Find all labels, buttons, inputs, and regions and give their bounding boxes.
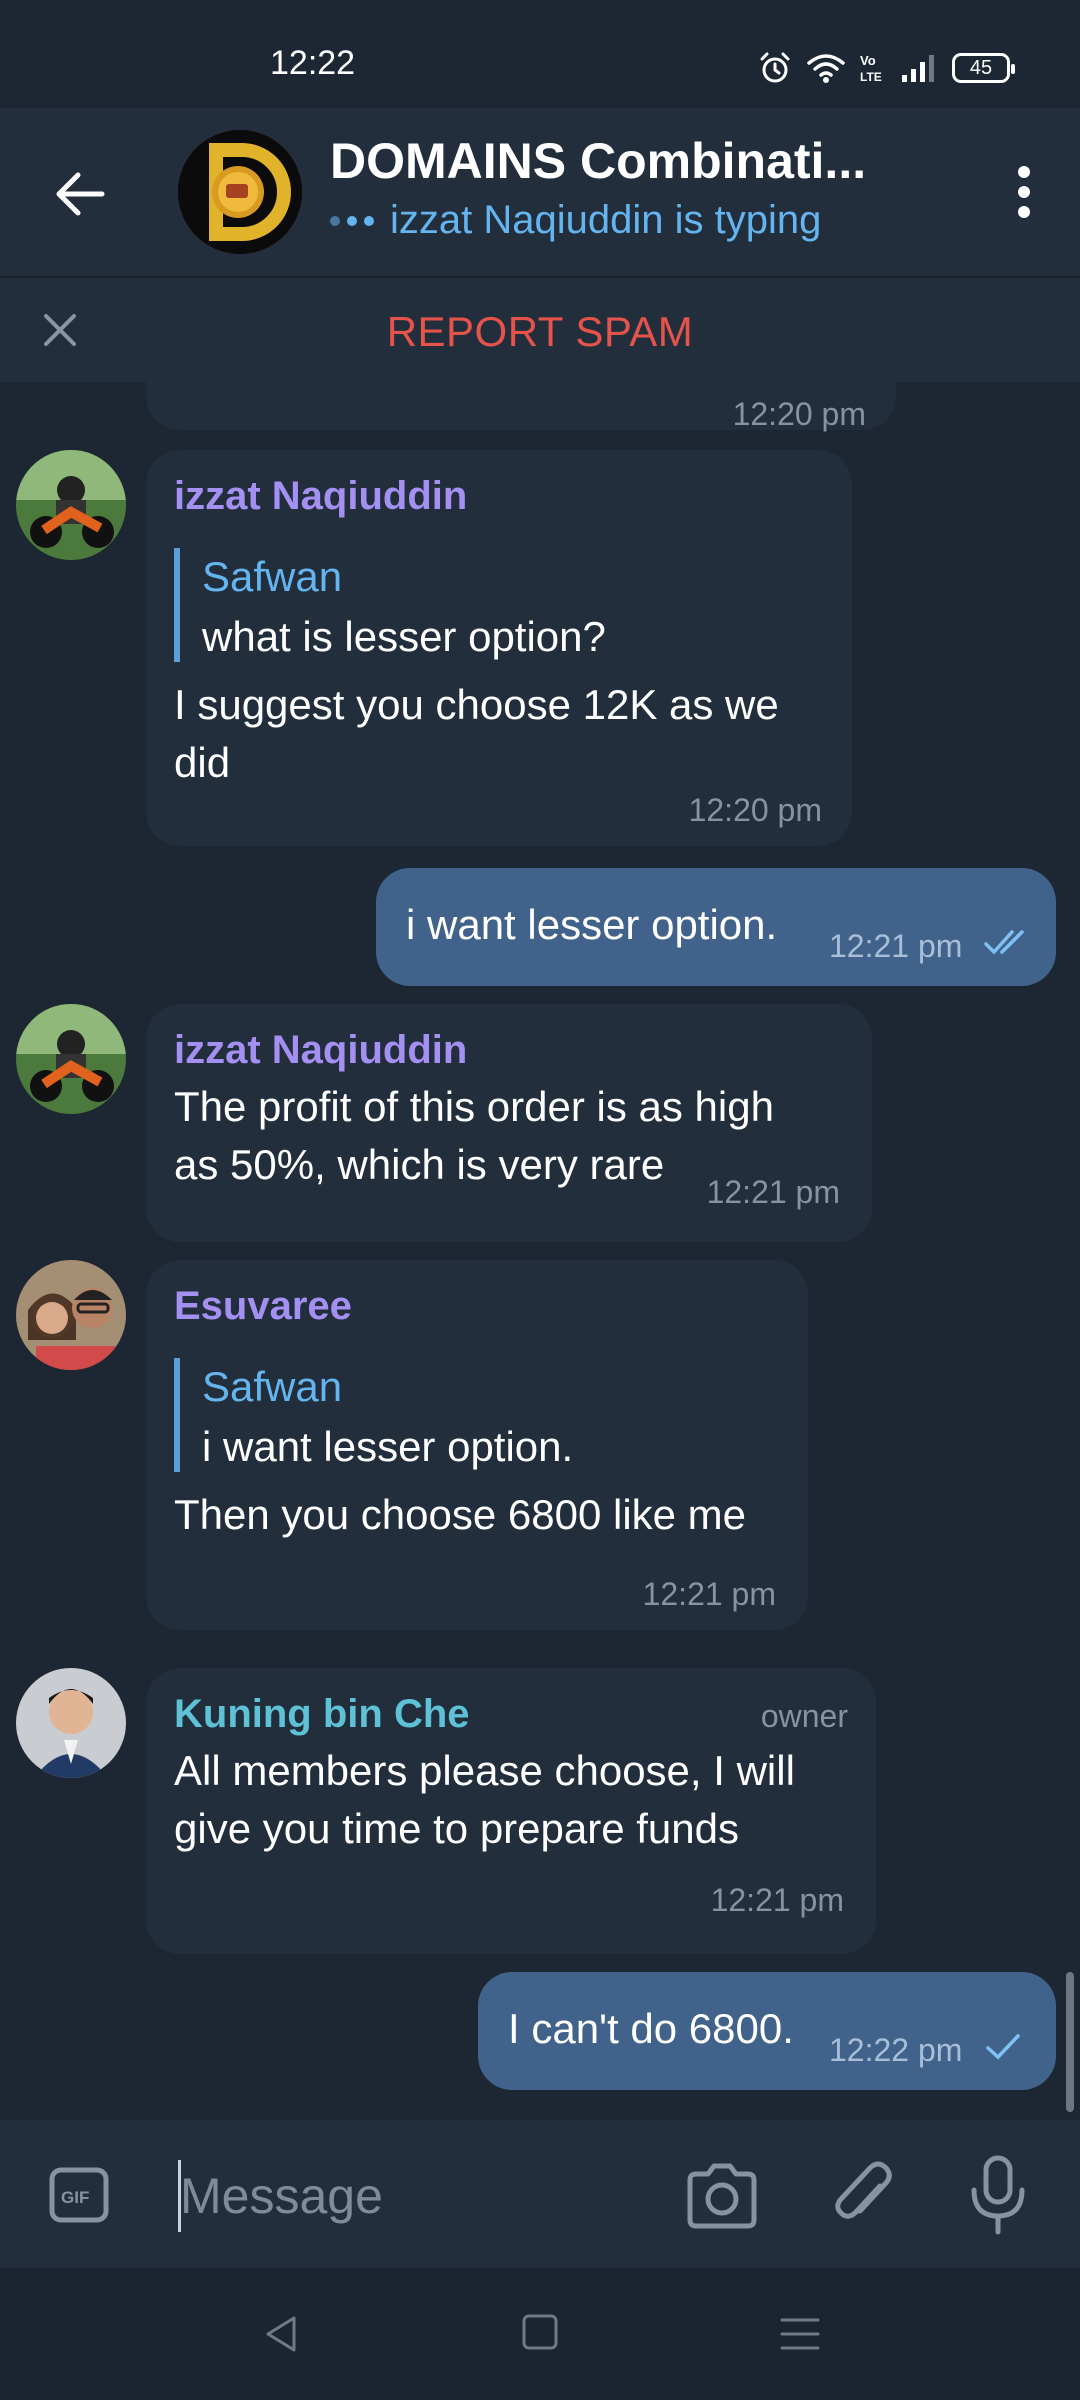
sender-name[interactable]: izzat Naqiuddin xyxy=(174,474,467,519)
signal-icon xyxy=(902,55,934,82)
domains-logo-icon xyxy=(178,130,302,254)
report-spam-bar: REPORT SPAM xyxy=(0,276,1080,382)
message-text: I can't do 6800. xyxy=(508,2005,794,2052)
message-time: 12:20 pm xyxy=(732,396,866,432)
message-text-line: as 50%, which is very rare xyxy=(174,1141,665,1188)
avatar-izzat-icon xyxy=(16,1004,126,1114)
scrollbar[interactable] xyxy=(1066,1972,1074,2112)
message-text-line: give you time to prepare funds xyxy=(174,1805,739,1852)
reply-text: what is lesser option? xyxy=(202,613,606,660)
message-time: 12:21 pm xyxy=(706,1174,840,1210)
message-text: I suggest you choose 12K as we did xyxy=(174,676,779,792)
avatar[interactable] xyxy=(16,1260,126,1370)
sender-name[interactable]: Esuvaree xyxy=(174,1284,352,1329)
message-bubble[interactable]: Esuvaree Safwan i want lesser option. Th… xyxy=(146,1260,808,1630)
avatar[interactable] xyxy=(16,1668,126,1778)
status-bar: 12:22 Vo LTE 45 xyxy=(0,0,1080,108)
message-text-line: did xyxy=(174,739,231,786)
chat-title[interactable]: DOMAINS Combinati... xyxy=(330,132,890,190)
avatar-kuning-icon xyxy=(16,1668,126,1778)
group-avatar[interactable] xyxy=(178,130,302,254)
message-list[interactable]: 12:20 pm izzat Naqiuddin Safwan what is … xyxy=(0,382,1080,2120)
message-time: 12:21 pm xyxy=(642,1576,776,1612)
avatar-izzat-icon xyxy=(16,450,126,560)
svg-text:GIF: GIF xyxy=(61,2188,89,2207)
message-input[interactable] xyxy=(180,2160,660,2232)
reply-sender: Safwan xyxy=(202,1363,343,1410)
sender-name[interactable]: izzat Naqiuddin xyxy=(174,1028,467,1073)
message-time: 12:20 pm xyxy=(688,792,822,828)
outgoing-message-bubble[interactable]: i want lesser option. 12:21 pm xyxy=(376,868,1056,986)
message-bubble[interactable]: 12:20 pm xyxy=(146,382,896,432)
message-text-line: The profit of this order is as high xyxy=(174,1083,774,1130)
volte-icon: Vo LTE xyxy=(860,53,882,84)
chat-header: DOMAINS Combinati... izzat Naqiuddin is … xyxy=(0,108,1080,276)
reply-quote[interactable]: Safwan what is lesser option? xyxy=(174,548,606,662)
message-input-bar: GIF xyxy=(0,2120,1080,2268)
owner-badge: owner xyxy=(760,1698,848,1734)
more-vertical-icon[interactable] xyxy=(1004,162,1044,222)
single-check-icon xyxy=(986,2034,1020,2060)
status-icons: Vo LTE 45 xyxy=(758,48,1015,88)
double-check-icon xyxy=(984,930,1024,955)
nav-home-icon[interactable] xyxy=(520,2312,560,2352)
attach-icon[interactable] xyxy=(830,2156,896,2232)
reply-text: i want lesser option. xyxy=(202,1423,574,1470)
alarm-icon xyxy=(760,52,790,83)
outgoing-message-bubble[interactable]: I can't do 6800. 12:22 pm xyxy=(478,1972,1056,2090)
battery-icon: 45 xyxy=(952,53,1015,83)
report-spam-button[interactable]: REPORT SPAM xyxy=(0,308,1080,356)
message-text: i want lesser option. xyxy=(406,901,778,948)
mic-icon[interactable] xyxy=(968,2154,1028,2236)
message-text-line: All members please choose, I will xyxy=(174,1747,795,1794)
message-time: 12:21 pm xyxy=(710,1882,844,1918)
typing-dots-icon xyxy=(330,215,374,226)
nav-back-icon[interactable] xyxy=(260,2312,304,2356)
system-nav-bar xyxy=(0,2268,1080,2400)
message-text: The profit of this order is as high as 5… xyxy=(174,1078,774,1194)
message-text: Then you choose 6800 like me xyxy=(174,1491,747,1538)
message-bubble[interactable]: izzat Naqiuddin Safwan what is lesser op… xyxy=(146,450,852,846)
sender-name[interactable]: Kuning bin Che xyxy=(174,1692,470,1737)
reply-sender: Safwan xyxy=(202,553,343,600)
message-time: 12:21 pm xyxy=(829,928,963,964)
message-bubble[interactable]: izzat Naqiuddin The profit of this order… xyxy=(146,1004,872,1242)
typing-status: izzat Naqiuddin is typing xyxy=(330,198,821,243)
camera-icon[interactable] xyxy=(684,2160,760,2230)
svg-text:LTE: LTE xyxy=(860,70,882,84)
avatar[interactable] xyxy=(16,1004,126,1114)
wifi-icon xyxy=(807,54,845,83)
back-arrow-icon[interactable] xyxy=(52,166,108,222)
typing-status-text: izzat Naqiuddin is typing xyxy=(390,198,822,242)
message-bubble[interactable]: Kuning bin Che owner All members please … xyxy=(146,1668,876,1954)
gif-icon[interactable]: GIF xyxy=(48,2166,110,2224)
nav-recent-icon[interactable] xyxy=(778,2312,822,2356)
status-time: 12:22 xyxy=(270,44,356,82)
avatar-esuvaree-icon xyxy=(16,1260,126,1370)
avatar[interactable] xyxy=(16,450,126,560)
message-text-line: I suggest you choose 12K as we xyxy=(174,681,779,728)
message-text: All members please choose, I will give y… xyxy=(174,1742,795,1858)
reply-quote[interactable]: Safwan i want lesser option. xyxy=(174,1358,573,1472)
svg-text:Vo: Vo xyxy=(860,53,876,68)
message-time: 12:22 pm xyxy=(829,2032,963,2068)
